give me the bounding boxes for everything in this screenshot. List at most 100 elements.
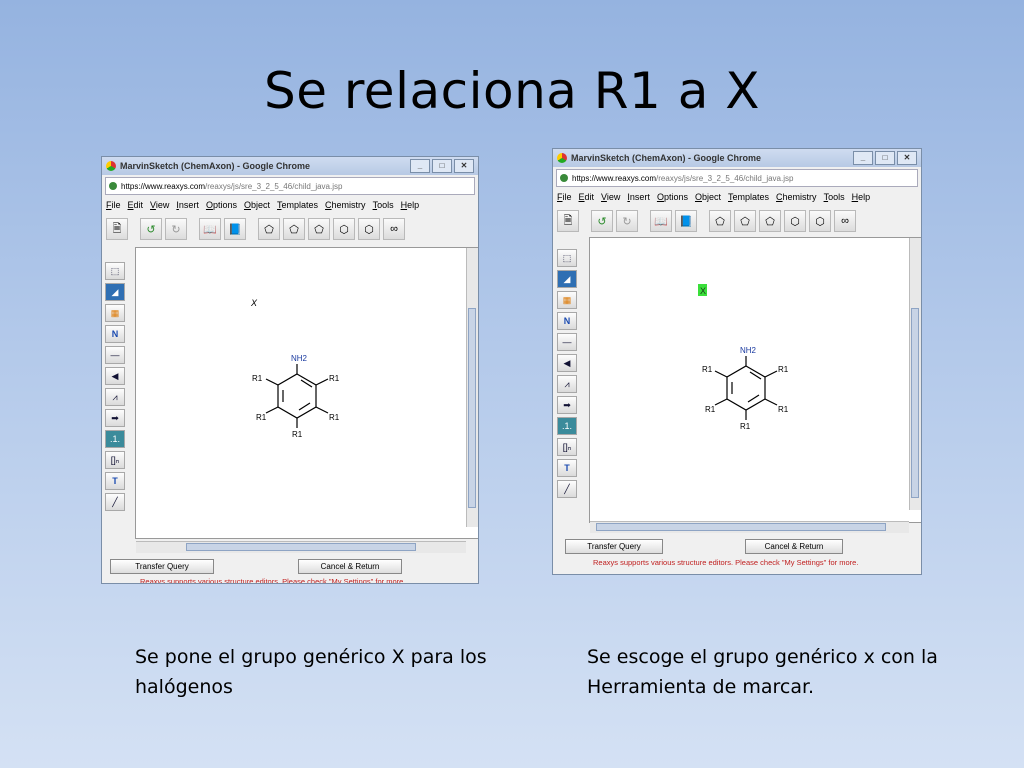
close-button[interactable]: ✕ (897, 151, 917, 165)
reaction-arrow-icon[interactable]: ➡ (105, 409, 125, 427)
cyclopentane-icon[interactable]: ⬠ (759, 210, 781, 232)
menu-chemistry[interactable]: Chemistry (776, 192, 817, 204)
vertical-scrollbar[interactable] (909, 238, 921, 510)
template-library-icon[interactable]: 📖 (199, 218, 221, 240)
menu-view[interactable]: View (601, 192, 620, 204)
address-bar[interactable]: https://www.reaxys.com/reaxys/js/sre_3_2… (105, 177, 475, 195)
atom-n-icon[interactable]: N (105, 325, 125, 343)
pentagon-ring-icon[interactable]: ⬠ (709, 210, 731, 232)
close-button[interactable]: ✕ (454, 159, 474, 173)
eraser-icon[interactable]: ◢ (557, 270, 577, 288)
pentagon-n-ring-icon[interactable]: ⬠ (734, 210, 756, 232)
select-arrow-icon[interactable]: ⬚ (557, 249, 577, 267)
wedge-bond-icon[interactable]: ◀ (557, 354, 577, 372)
menu-tools[interactable]: Tools (824, 192, 845, 204)
line-icon[interactable]: ╱ (557, 480, 577, 498)
generic-group-x[interactable]: X (250, 298, 258, 308)
maximize-button[interactable]: □ (875, 151, 895, 165)
menu-insert[interactable]: Insert (627, 192, 650, 204)
clean-icon[interactable]: ▦ (105, 304, 125, 322)
undo-icon[interactable]: ↺ (591, 210, 613, 232)
template-library-2-icon[interactable]: 📘 (675, 210, 697, 232)
menu-edit[interactable]: Edit (128, 200, 144, 212)
menu-file[interactable]: File (557, 192, 572, 204)
charge-icon[interactable]: .1. (105, 430, 125, 448)
cancel-return-button[interactable]: Cancel & Return (298, 559, 402, 574)
redo-icon[interactable]: ↻ (165, 218, 187, 240)
menu-file[interactable]: File (106, 200, 121, 212)
menu-bar: File Edit View Insert Options Object Tem… (102, 197, 478, 215)
left-toolbar: ⬚ ◢ ▦ N — ◀ ⩘ ➡ .1. []ₙ T ╱ (557, 249, 577, 498)
new-document-icon[interactable]: 🗎 (557, 210, 579, 232)
transfer-query-button[interactable]: Transfer Query (565, 539, 663, 554)
minimize-button[interactable]: _ (410, 159, 430, 173)
naphthalene-icon[interactable]: ∞ (834, 210, 856, 232)
undo-icon[interactable]: ↺ (140, 218, 162, 240)
transfer-query-button[interactable]: Transfer Query (110, 559, 214, 574)
template-library-icon[interactable]: 📖 (650, 210, 672, 232)
menu-chemistry[interactable]: Chemistry (325, 200, 366, 212)
atom-n-icon[interactable]: N (557, 312, 577, 330)
menu-object[interactable]: Object (244, 200, 270, 212)
menu-insert[interactable]: Insert (176, 200, 199, 212)
vertical-scrollbar[interactable] (466, 248, 478, 527)
menu-help[interactable]: Help (852, 192, 871, 204)
generic-group-x[interactable]: X (700, 286, 706, 296)
line-icon[interactable]: ╱ (105, 493, 125, 511)
cyclopentane-icon[interactable]: ⬠ (308, 218, 330, 240)
horizontal-scrollbar[interactable] (590, 521, 909, 533)
benzene-icon[interactable]: ⬡ (358, 218, 380, 240)
bracket-icon[interactable]: []ₙ (557, 438, 577, 456)
new-document-icon[interactable]: 🗎 (106, 218, 128, 240)
drawing-canvas[interactable]: X NH2 R1 R1 R1 R1 R1 (589, 237, 921, 523)
menu-view[interactable]: View (150, 200, 169, 212)
address-bar[interactable]: https://www.reaxys.com/reaxys/js/sre_3_2… (556, 169, 918, 187)
drawing-canvas[interactable]: NH2 R1 R1 R1 R1 R1 X (135, 247, 478, 539)
naphthalene-icon[interactable]: ∞ (383, 218, 405, 240)
horizontal-scroll-thumb[interactable] (596, 523, 886, 531)
cyclohexane-icon[interactable]: ⬡ (333, 218, 355, 240)
top-toolbar: 🗎 ↺ ↻ 📖 📘 ⬠ ⬠ ⬠ ⬡ ⬡ ∞ (102, 215, 478, 243)
bracket-icon[interactable]: []ₙ (105, 451, 125, 469)
pentagon-ring-icon[interactable]: ⬠ (258, 218, 280, 240)
charge-icon[interactable]: .1. (557, 417, 577, 435)
chain-icon[interactable]: ⩘ (105, 388, 125, 406)
wedge-bond-icon[interactable]: ◀ (105, 367, 125, 385)
pentagon-n-ring-icon[interactable]: ⬠ (283, 218, 305, 240)
menu-object[interactable]: Object (695, 192, 721, 204)
menu-tools[interactable]: Tools (373, 200, 394, 212)
top-toolbar: 🗎 ↺ ↻ 📖 📘 ⬠ ⬠ ⬠ ⬡ ⬡ ∞ (553, 207, 921, 235)
menu-templates[interactable]: Templates (728, 192, 769, 204)
menu-options[interactable]: Options (206, 200, 237, 212)
horizontal-scroll-thumb[interactable] (186, 543, 416, 551)
eraser-icon[interactable]: ◢ (105, 283, 125, 301)
chain-icon[interactable]: ⩘ (557, 375, 577, 393)
vertical-scroll-thumb[interactable] (468, 308, 476, 508)
reaction-arrow-icon[interactable]: ➡ (557, 396, 577, 414)
r1-label: R1 (778, 365, 789, 374)
menu-edit[interactable]: Edit (579, 192, 595, 204)
menu-templates[interactable]: Templates (277, 200, 318, 212)
window-titlebar: MarvinSketch (ChemAxon) - Google Chrome … (102, 157, 478, 175)
text-icon[interactable]: T (105, 472, 125, 490)
single-bond-icon[interactable]: — (557, 333, 577, 351)
minimize-button[interactable]: _ (853, 151, 873, 165)
template-library-2-icon[interactable]: 📘 (224, 218, 246, 240)
maximize-button[interactable]: □ (432, 159, 452, 173)
menu-options[interactable]: Options (657, 192, 688, 204)
clean-icon[interactable]: ▦ (557, 291, 577, 309)
benzene-icon[interactable]: ⬡ (809, 210, 831, 232)
redo-icon[interactable]: ↻ (616, 210, 638, 232)
menu-help[interactable]: Help (401, 200, 420, 212)
chrome-icon (106, 161, 116, 171)
chrome-icon (557, 153, 567, 163)
select-arrow-icon[interactable]: ⬚ (105, 262, 125, 280)
single-bond-icon[interactable]: — (105, 346, 125, 364)
caption-right: Se escoge el grupo genérico x con la Her… (587, 646, 938, 698)
text-icon[interactable]: T (557, 459, 577, 477)
cyclohexane-icon[interactable]: ⬡ (784, 210, 806, 232)
vertical-scroll-thumb[interactable] (911, 308, 919, 498)
horizontal-scrollbar[interactable] (136, 541, 466, 553)
cancel-return-button[interactable]: Cancel & Return (745, 539, 843, 554)
slide-title: Se relaciona R1 a X (263, 62, 761, 120)
